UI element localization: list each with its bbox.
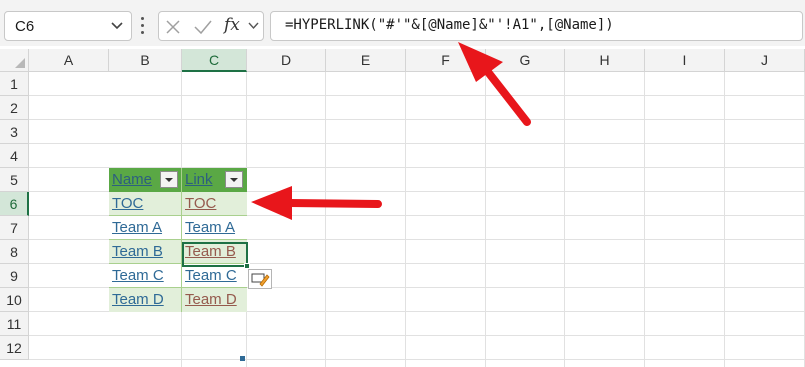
formula-bar: C6 fx =HYPERLINK("#'"&[@Name]&"'!A1",[@N… bbox=[0, 0, 805, 46]
table-cell-link[interactable]: Team C bbox=[182, 264, 247, 288]
filter-dropdown-icon[interactable] bbox=[225, 171, 243, 188]
column-header-j[interactable]: J bbox=[725, 49, 805, 72]
row-header-7[interactable]: 7 bbox=[0, 216, 29, 240]
row-header-5[interactable]: 5 bbox=[0, 168, 29, 192]
table-cell-name[interactable]: Team A bbox=[109, 216, 182, 240]
table-cell-link-text[interactable]: Team D bbox=[185, 291, 237, 308]
row-header-10[interactable]: 10 bbox=[0, 288, 29, 312]
table-header-link-text[interactable]: Link bbox=[185, 171, 213, 188]
row-header-1[interactable]: 1 bbox=[0, 72, 29, 96]
name-box-value: C6 bbox=[15, 18, 35, 35]
table-cell-link-text[interactable]: Team C bbox=[185, 267, 237, 284]
formula-text: =HYPERLINK("#'"&[@Name]&"'!A1",[@Name]) bbox=[285, 17, 614, 33]
table-header-link[interactable]: Link bbox=[182, 168, 247, 192]
worksheet-grid: ABCDEFGHIJ 1 2 3 4 5 6 7 8 9 10 11 12 Name Link TOC TO… bbox=[0, 49, 805, 367]
gridline-vertical bbox=[644, 72, 645, 367]
table-cell-link[interactable]: Team A bbox=[182, 216, 247, 240]
gridline-horizontal bbox=[29, 119, 805, 120]
row-header-6[interactable]: 6 bbox=[0, 192, 29, 216]
table-cell-name-text[interactable]: TOC bbox=[112, 195, 143, 212]
column-header-b[interactable]: B bbox=[109, 49, 182, 72]
column-header-g[interactable]: G bbox=[486, 49, 565, 72]
column-header-h[interactable]: H bbox=[565, 49, 645, 72]
table-cell-name-text[interactable]: Team C bbox=[112, 267, 164, 284]
chevron-down-icon[interactable] bbox=[111, 22, 123, 30]
row-header-12[interactable]: 12 bbox=[0, 336, 29, 360]
column-header-a[interactable]: A bbox=[29, 49, 109, 72]
autocorrect-options-icon[interactable] bbox=[248, 269, 272, 289]
gridline-horizontal bbox=[29, 335, 805, 336]
column-header-d[interactable]: D bbox=[247, 49, 326, 72]
row-header-9[interactable]: 9 bbox=[0, 264, 29, 288]
formula-input[interactable]: =HYPERLINK("#'"&[@Name]&"'!A1",[@Name]) bbox=[270, 11, 803, 41]
table-header-name-text[interactable]: Name bbox=[112, 171, 152, 188]
column-header-c[interactable]: C bbox=[182, 49, 247, 72]
table-header-name[interactable]: Name bbox=[109, 168, 182, 192]
active-cell-border bbox=[182, 242, 248, 267]
table-cell-name[interactable]: Team B bbox=[109, 240, 182, 264]
name-box[interactable]: C6 bbox=[4, 11, 132, 41]
row-header-8[interactable]: 8 bbox=[0, 240, 29, 264]
chevron-down-icon[interactable] bbox=[248, 22, 259, 30]
gridline-vertical bbox=[405, 72, 406, 367]
gridline-vertical bbox=[485, 72, 486, 367]
gridline-horizontal bbox=[29, 359, 805, 360]
column-header-i[interactable]: I bbox=[645, 49, 725, 72]
row-header-11[interactable]: 11 bbox=[0, 312, 29, 336]
table-cell-link-text[interactable]: Team A bbox=[185, 219, 235, 236]
table-cell-name-text[interactable]: Team A bbox=[112, 219, 162, 236]
table-cell-name[interactable]: TOC bbox=[109, 192, 182, 216]
gridline-vertical bbox=[325, 72, 326, 367]
formula-buttons: fx bbox=[158, 11, 264, 41]
gridline-vertical bbox=[564, 72, 565, 367]
row-header-3[interactable]: 3 bbox=[0, 120, 29, 144]
gridline-horizontal bbox=[29, 95, 805, 96]
column-header-e[interactable]: E bbox=[326, 49, 406, 72]
table-cell-name-text[interactable]: Team B bbox=[112, 243, 163, 260]
table-cell-name[interactable]: Team C bbox=[109, 264, 182, 288]
table-cell-link[interactable]: Team D bbox=[182, 288, 247, 312]
select-all-button[interactable] bbox=[0, 49, 29, 72]
filter-dropdown-icon[interactable] bbox=[160, 171, 178, 188]
cancel-icon[interactable] bbox=[165, 19, 181, 35]
row-header-4[interactable]: 4 bbox=[0, 144, 29, 168]
gridline-horizontal bbox=[29, 143, 805, 144]
enter-icon[interactable] bbox=[193, 19, 213, 35]
row-header-2[interactable]: 2 bbox=[0, 96, 29, 120]
table-cell-name-text[interactable]: Team D bbox=[112, 291, 164, 308]
table-cell-link-text[interactable]: TOC bbox=[185, 195, 216, 212]
gridline-vertical bbox=[724, 72, 725, 367]
table-cell-link[interactable]: TOC bbox=[182, 192, 247, 216]
insert-function-button[interactable]: fx bbox=[224, 15, 240, 35]
table-cell-name[interactable]: Team D bbox=[109, 288, 182, 312]
more-options-icon[interactable] bbox=[141, 17, 145, 35]
column-header-f[interactable]: F bbox=[406, 49, 486, 72]
table-resize-handle[interactable] bbox=[240, 356, 245, 361]
